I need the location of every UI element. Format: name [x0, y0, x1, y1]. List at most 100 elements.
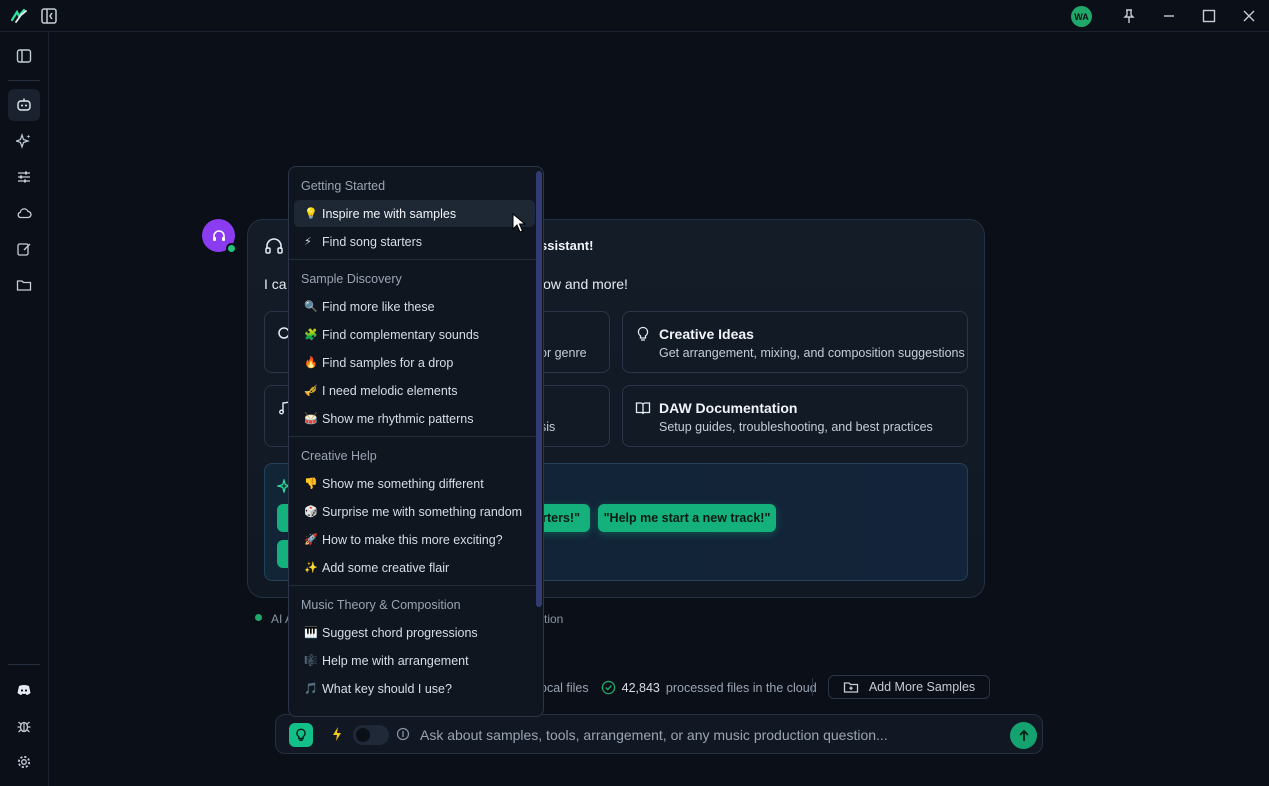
bolt-icon	[333, 727, 341, 741]
thumbs-down-emoji-icon: 👎	[304, 478, 318, 490]
headphones-icon	[265, 238, 283, 254]
pin-icon[interactable]	[1119, 6, 1139, 26]
dice-emoji-icon: 🎲	[304, 506, 318, 518]
sparkles-icon[interactable]	[8, 125, 40, 157]
prompt-suggestions-dropdown: Getting Started 💡 Inspire me with samples…	[288, 166, 544, 717]
info-icon[interactable]	[396, 727, 410, 741]
app-logo-icon	[10, 8, 27, 23]
menu-item-key[interactable]: 🎵 What key should I use?	[294, 675, 535, 702]
fast-mode-toggle[interactable]	[353, 725, 389, 745]
menu-item-inspire-me[interactable]: 💡 Inspire me with samples	[294, 200, 535, 227]
fire-emoji-icon: 🔥	[304, 357, 318, 369]
lightbulb-icon	[296, 728, 306, 741]
menu-item-label: Show me something different	[322, 476, 484, 491]
sliders-icon[interactable]	[8, 161, 40, 193]
menu-item-label: What key should I use?	[322, 681, 452, 696]
menu-item-something-different[interactable]: 👎 Show me something different	[294, 470, 535, 497]
music-note-emoji-icon: 🎵	[304, 683, 318, 695]
section-divider	[289, 436, 536, 437]
mouse-cursor-icon	[512, 213, 526, 233]
menu-item-label: I need melodic elements	[322, 383, 458, 398]
menu-item-label: Find more like these	[322, 299, 435, 314]
sidebar-divider	[8, 664, 40, 665]
welcome-title: ssistant!	[540, 238, 594, 253]
menu-item-label: How to make this more exciting?	[322, 532, 503, 547]
menu-item-label: Find song starters	[322, 234, 423, 249]
section-heading: Music Theory & Composition	[301, 598, 461, 612]
drum-emoji-icon: 🥁	[304, 413, 318, 425]
cloud-file-count: 42,843	[621, 680, 660, 695]
suggestions-button[interactable]	[289, 723, 313, 747]
send-button[interactable]	[1010, 722, 1037, 749]
menu-item-more-exciting[interactable]: 🚀 How to make this more exciting?	[294, 526, 535, 553]
menu-item-drop[interactable]: 🔥 Find samples for a drop	[294, 349, 535, 376]
quick-action-song-starters[interactable]: rters!"	[538, 504, 590, 532]
quick-action-new-track[interactable]: "Help me start a new track!"	[598, 504, 776, 532]
feature-card-creative-ideas[interactable]: Creative Ideas Get arrangement, mixing, …	[622, 311, 968, 373]
menu-item-label: Add some creative flair	[322, 560, 450, 575]
headphones-icon	[212, 229, 225, 241]
section-divider	[289, 585, 536, 586]
section-heading: Sample Discovery	[301, 272, 402, 286]
minimize-icon[interactable]	[1159, 6, 1179, 26]
menu-item-label: Inspire me with samples	[322, 206, 457, 221]
chat-bot-icon[interactable]	[8, 89, 40, 121]
check-circle-icon	[601, 680, 615, 695]
close-icon[interactable]	[1239, 6, 1259, 26]
menu-item-surprise[interactable]: 🎲 Surprise me with something random	[294, 498, 535, 525]
discord-icon[interactable]	[8, 674, 40, 706]
maximize-icon[interactable]	[1199, 6, 1219, 26]
settings-gear-icon[interactable]	[8, 746, 40, 778]
feature-card-daw-docs[interactable]: DAW Documentation Setup guides, troubles…	[622, 385, 968, 447]
sidebar-toggle-icon[interactable]	[8, 40, 40, 72]
chat-input[interactable]	[420, 725, 1000, 745]
folder-plus-icon	[843, 682, 858, 693]
menu-item-label: Find samples for a drop	[322, 355, 454, 370]
book-icon	[635, 402, 651, 415]
status-indicator	[255, 614, 262, 621]
rocket-emoji-icon: 🚀	[304, 534, 318, 546]
menu-item-song-starters[interactable]: ⚡ Find song starters	[294, 228, 535, 255]
feature-description: or genre	[540, 346, 587, 360]
online-status-dot	[226, 243, 237, 254]
menu-item-chord-progressions[interactable]: 🎹 Suggest chord progressions	[294, 619, 535, 646]
cloud-icon[interactable]	[8, 197, 40, 229]
folder-icon[interactable]	[8, 269, 40, 301]
add-more-samples-button[interactable]: Add More Samples	[828, 675, 990, 699]
menu-item-label: Show me rhythmic patterns	[322, 411, 474, 426]
bolt-emoji-icon: ⚡	[304, 236, 312, 248]
arrow-up-icon	[1018, 729, 1029, 741]
feature-title: DAW Documentation	[659, 400, 798, 416]
magnifier-emoji-icon: 🔍	[304, 301, 318, 313]
add-more-samples-label: Add More Samples	[868, 680, 976, 694]
section-heading: Creative Help	[301, 449, 377, 463]
divider	[812, 678, 813, 696]
menu-item-find-more[interactable]: 🔍 Find more like these	[294, 293, 535, 320]
sidebar-divider	[8, 80, 40, 81]
menu-item-rhythmic[interactable]: 🥁 Show me rhythmic patterns	[294, 405, 535, 432]
menu-item-complementary[interactable]: 🧩 Find complementary sounds	[294, 321, 535, 348]
local-files-label: ocal files	[540, 680, 589, 695]
assistant-avatar	[202, 219, 237, 254]
status-text-right: tion	[544, 612, 564, 626]
collapse-panel-icon[interactable]	[40, 7, 58, 25]
bug-icon[interactable]	[8, 710, 40, 742]
piano-emoji-icon: 🎹	[304, 627, 318, 639]
trumpet-emoji-icon: 🎺	[304, 385, 318, 397]
feature-title: Creative Ideas	[659, 326, 754, 342]
menu-item-label: Suggest chord progressions	[322, 625, 478, 640]
welcome-intro: I ca	[264, 276, 287, 292]
menu-item-arrangement[interactable]: 🎼 Help me with arrangement	[294, 647, 535, 674]
menu-item-creative-flair[interactable]: ✨ Add some creative flair	[294, 554, 535, 581]
section-heading: Getting Started	[301, 179, 386, 193]
edit-note-icon[interactable]	[8, 233, 40, 265]
puzzle-emoji-icon: 🧩	[304, 329, 318, 341]
user-avatar[interactable]: WA	[1071, 6, 1092, 27]
welcome-subtitle: low and more!	[540, 276, 628, 292]
dropdown-scrollbar[interactable]	[536, 171, 542, 607]
menu-item-melodic[interactable]: 🎺 I need melodic elements	[294, 377, 535, 404]
menu-item-label: Find complementary sounds	[322, 327, 480, 342]
bulb-emoji-icon: 💡	[304, 208, 318, 220]
menu-item-label: Surprise me with something random	[322, 504, 523, 519]
menu-item-label: Help me with arrangement	[322, 653, 469, 668]
